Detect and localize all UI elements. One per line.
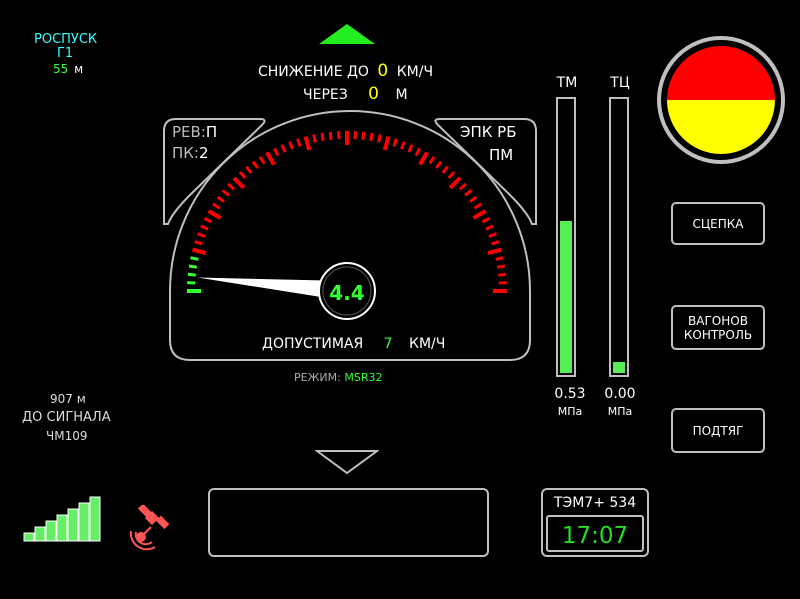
gauge-tick	[188, 264, 198, 269]
coupling-button-label: СЦЕПКА	[692, 216, 744, 231]
pm-label: ПМ	[489, 146, 514, 164]
gauge-tick	[377, 134, 382, 143]
gauge-tick	[361, 131, 366, 140]
wagons-control-button[interactable]: ВАГОНОВ КОНТРОЛЬ	[671, 305, 765, 350]
tm-bar	[556, 97, 576, 377]
gauge-tick	[498, 272, 507, 277]
tc-bar-fill	[613, 361, 625, 373]
descent-unit: КМ/Ч	[396, 64, 434, 80]
tc-label: ТЦ	[610, 75, 630, 91]
rev-label: РЕВ:	[172, 123, 206, 141]
gauge-tick	[369, 132, 374, 142]
signal-name: ЧМ109	[46, 429, 88, 443]
tm-value: 0.53	[554, 386, 586, 402]
gauge-tick	[496, 264, 506, 269]
after-unit: М	[395, 87, 408, 103]
descent-label: СНИЖЕНИЕ ДО	[258, 64, 369, 80]
pull-button[interactable]: ПОДТЯГ	[671, 408, 765, 453]
coupling-button[interactable]: СЦЕПКА	[671, 202, 765, 245]
epk-label: ЭПК РБ	[460, 123, 517, 141]
top-distance: 55 м	[53, 62, 83, 76]
signal-strength-bar	[78, 502, 90, 542]
allowed-speed-row: ДОПУСТИМАЯ 7 КМ/Ч	[262, 336, 445, 352]
descent-row: СНИЖЕНИЕ ДО 0 КМ/Ч	[258, 61, 433, 81]
gauge-tick	[190, 256, 199, 261]
top-distance-unit: м	[74, 62, 84, 76]
allowed-label: ДОПУСТИМАЯ	[262, 336, 364, 352]
gauge-tick	[328, 131, 333, 140]
current-speed: 4.4	[329, 281, 365, 305]
allowed-unit: КМ/Ч	[409, 336, 446, 352]
tc-value: 0.00	[604, 386, 636, 402]
signal-strength-bar	[45, 520, 57, 542]
left-panel-rev: РЕВ:П	[172, 123, 217, 141]
pull-button-label: ПОДТЯГ	[692, 423, 744, 438]
hump-mode-label: РОСПУСК	[34, 32, 98, 47]
mode-label: РЕЖИМ:	[294, 371, 341, 384]
top-distance-value: 55	[53, 62, 69, 76]
tm-label: ТМ	[556, 75, 578, 91]
mode-row: РЕЖИМ: MSR32	[294, 371, 382, 384]
descent-value: 0	[377, 61, 389, 81]
signal-label: ДО СИГНАЛА	[22, 410, 111, 425]
tm-unit: МПа	[557, 405, 583, 418]
traffic-signal-lamp	[657, 36, 785, 164]
gauge-tick	[187, 272, 196, 277]
loco-panel: ТЭМ7+ 534 17:07	[541, 488, 649, 557]
pk-value: 2	[198, 144, 209, 162]
loco-name: ТЭМ7+ 534	[553, 495, 637, 511]
gauge-tick	[320, 132, 325, 142]
after-value: 0	[368, 84, 379, 104]
left-panel-pk: ПК:2	[172, 144, 209, 162]
allowed-value: 7	[383, 336, 393, 352]
pk-label: ПК:	[172, 144, 199, 162]
mode-value: MSR32	[344, 371, 383, 384]
down-arrow-icon[interactable]	[315, 449, 379, 475]
clock-time: 17:07	[561, 523, 629, 549]
signal-strength-bar	[23, 532, 35, 542]
rev-value: П	[205, 123, 218, 141]
signal-strength-bar	[89, 496, 101, 542]
signal-strength-bar	[56, 514, 68, 542]
message-box	[208, 488, 489, 557]
track-label: Г1	[57, 46, 74, 61]
gauge-tick	[312, 134, 317, 143]
wagons-control-line1: ВАГОНОВ	[688, 313, 748, 328]
tm-bar-fill	[560, 221, 572, 373]
up-arrow-icon[interactable]	[317, 22, 377, 46]
satellite-icon	[129, 505, 170, 551]
tc-bar	[609, 97, 629, 377]
wagons-control-line2: КОНТРОЛЬ	[683, 327, 753, 342]
signal-strength-icon	[23, 496, 101, 542]
tc-unit: МПа	[607, 405, 633, 418]
after-label: ЧЕРЕЗ	[303, 87, 348, 103]
speed-gauge	[163, 110, 537, 361]
after-row: ЧЕРЕЗ 0 М	[303, 84, 408, 104]
signal-strength-bar	[34, 526, 46, 542]
signal-distance: 907 м	[50, 392, 86, 406]
gauge-tick	[495, 256, 504, 261]
signal-strength-bar	[67, 508, 79, 542]
